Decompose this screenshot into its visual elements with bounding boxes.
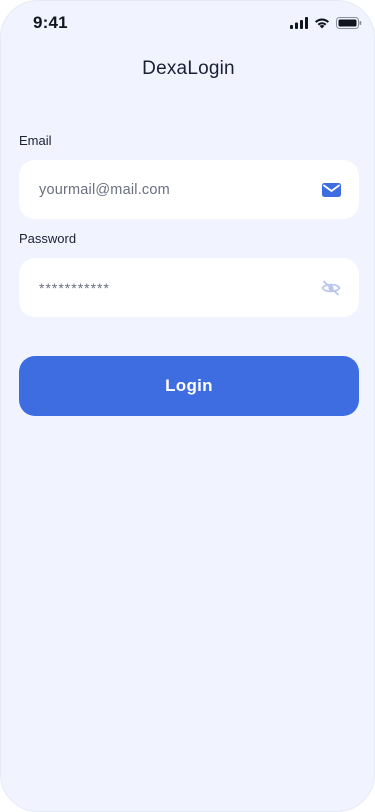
status-icons — [290, 16, 362, 30]
password-input-value[interactable]: *********** — [39, 280, 110, 296]
password-field[interactable]: *********** — [19, 258, 359, 317]
email-label: Email — [19, 133, 52, 148]
email-field[interactable]: yourmail@mail.com — [19, 160, 359, 219]
email-input-value[interactable]: yourmail@mail.com — [39, 182, 170, 198]
battery-icon — [336, 17, 362, 29]
cellular-signal-icon — [290, 17, 308, 29]
password-label: Password — [19, 231, 77, 246]
status-bar: 9:41 — [1, 1, 374, 45]
status-time: 9:41 — [33, 13, 68, 32]
wifi-icon — [314, 17, 330, 29]
app-title: DexaLogin — [142, 58, 235, 79]
envelope-icon — [321, 180, 341, 200]
eye-slash-icon[interactable] — [321, 278, 341, 298]
login-button[interactable]: Login — [19, 356, 359, 416]
login-screen: 9:41 DexaLogin Email yourmail@mail.com P… — [0, 0, 375, 812]
